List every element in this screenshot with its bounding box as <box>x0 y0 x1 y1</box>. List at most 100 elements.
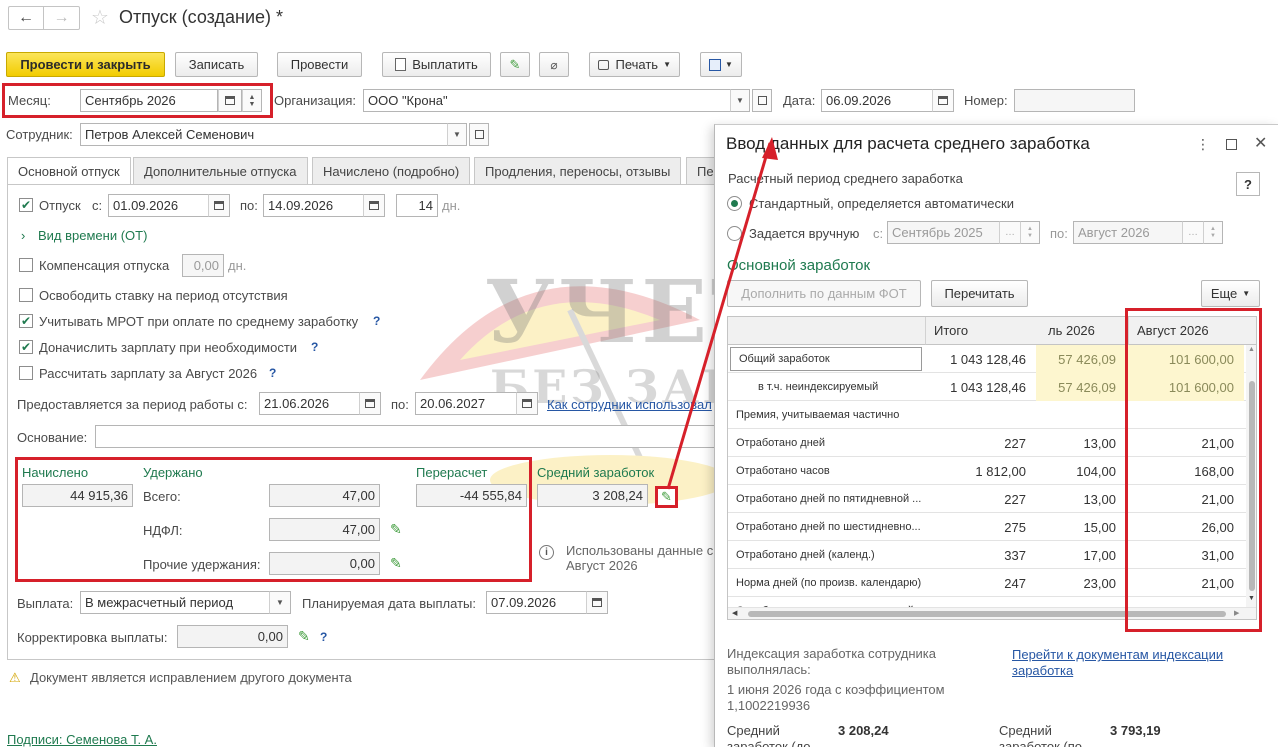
post-and-close-button[interactable]: Провести и закрыть <box>6 52 165 77</box>
work-period-to-calendar[interactable] <box>516 392 538 415</box>
additional-help-icon[interactable]: ? <box>311 340 318 354</box>
calendar-icon <box>369 201 379 210</box>
calendar-icon <box>938 96 948 105</box>
paperclip-icon: ⌀ <box>550 57 558 72</box>
additional-accrual-label: Доначислить зарплату при необходимости <box>39 340 298 355</box>
calc-salary-checkbox[interactable] <box>19 366 33 380</box>
work-period-to-label: по: <box>391 397 409 412</box>
dialog-close-icon[interactable]: ✕ <box>1254 133 1267 153</box>
employee-dropdown-button[interactable]: ▼ <box>447 123 467 146</box>
help-button[interactable]: ? <box>1236 172 1260 196</box>
back-button[interactable]: ← <box>8 6 44 30</box>
row-total-cell: 1 043 128,46 <box>950 379 1026 395</box>
organization-field[interactable]: ООО "Крона" <box>363 89 731 112</box>
manual-to-field[interactable]: Август 2026 <box>1073 221 1183 244</box>
vacation-from-field[interactable]: 01.09.2026 <box>108 194 209 217</box>
organization-dropdown-button[interactable]: ▼ <box>730 89 750 112</box>
employee-open-button[interactable] <box>469 123 489 146</box>
chevron-down-icon: ▼ <box>276 598 284 607</box>
favorite-star-icon[interactable]: ☆ <box>91 5 109 30</box>
employee-usage-link[interactable]: Как сотрудник использовал <box>547 397 712 412</box>
attach-button[interactable]: ⌀ <box>539 52 569 77</box>
compensation-days-unit: дн. <box>228 258 247 273</box>
dialog-maximize-icon[interactable] <box>1226 139 1237 150</box>
time-type-chevron-icon[interactable]: › <box>21 228 25 243</box>
table-header-total[interactable]: Итого <box>925 317 1040 345</box>
date-calendar-button[interactable] <box>932 89 954 112</box>
compensation-checkbox[interactable] <box>19 258 33 272</box>
planned-date-label: Планируемая дата выплаты: <box>302 596 476 611</box>
forward-button[interactable]: → <box>44 6 80 30</box>
scroll-left-icon[interactable]: ◀ <box>732 609 737 617</box>
tab-main-vacation[interactable]: Основной отпуск <box>7 157 131 185</box>
work-period-from-field[interactable]: 21.06.2026 <box>259 392 360 415</box>
payment-correction-help-icon[interactable]: ? <box>320 630 327 644</box>
average-earnings-edit-button[interactable]: ✎ <box>655 486 678 508</box>
compensation-days-field[interactable]: 0,00 <box>182 254 224 277</box>
vacation-to-field[interactable]: 14.09.2026 <box>263 194 364 217</box>
vacation-to-calendar[interactable] <box>363 194 385 217</box>
manual-from-picker[interactable]: … <box>999 221 1021 244</box>
planned-date-calendar[interactable] <box>586 591 608 614</box>
pen-icon: ✎ <box>509 56 521 72</box>
payment-correction-pencil-icon[interactable]: ✎ <box>298 628 310 645</box>
tab-accrued-detailed[interactable]: Начислено (подробно) <box>312 157 471 184</box>
average-earnings-field[interactable]: 3 208,24 <box>537 484 648 507</box>
basis-field[interactable] <box>95 425 720 448</box>
vacation-from-calendar[interactable] <box>208 194 230 217</box>
table-header-name <box>728 317 925 345</box>
work-period-to-field[interactable]: 20.06.2027 <box>415 392 517 415</box>
average-earnings-label: Средний заработок <box>537 465 655 480</box>
manual-to-spinner[interactable]: ▲ ▼ <box>1203 221 1223 244</box>
number-field[interactable] <box>1014 89 1135 112</box>
signatures-link[interactable]: Подписи: Семенова Т. А. <box>7 732 157 747</box>
create-based-on-button[interactable]: ▼ <box>700 52 742 77</box>
employee-label: Сотрудник: <box>6 127 73 142</box>
calc-salary-help-icon[interactable]: ? <box>269 366 276 380</box>
page-title: Отпуск (создание) * <box>119 7 284 27</box>
vacation-checkbox[interactable]: ✔ <box>19 198 33 212</box>
free-rate-checkbox[interactable] <box>19 288 33 302</box>
manual-from-spinner[interactable]: ▲ ▼ <box>1020 221 1040 244</box>
mrot-checkbox[interactable]: ✔ <box>19 314 33 328</box>
vacation-days-field[interactable]: 14 <box>396 194 438 217</box>
payment-correction-field[interactable]: 0,00 <box>177 625 288 648</box>
organization-open-button[interactable] <box>752 89 772 112</box>
highlight-month <box>2 83 273 118</box>
tab-additional-vacations[interactable]: Дополнительные отпуска <box>133 157 308 184</box>
employee-field[interactable]: Петров Алексей Семенович <box>80 123 448 146</box>
tab-extensions[interactable]: Продления, переносы, отзывы <box>474 157 682 184</box>
indexation-documents-link[interactable]: Перейти к документам индексации заработк… <box>1012 647 1247 679</box>
radio-auto[interactable] <box>727 196 742 211</box>
reread-button[interactable]: Перечитать <box>931 280 1028 307</box>
edit-structure-button[interactable]: ✎ <box>500 52 530 77</box>
post-button[interactable]: Провести <box>277 52 362 77</box>
row-july-cell: 13,00 <box>1083 435 1116 451</box>
table-header-july[interactable]: ль 2026 <box>1040 317 1128 345</box>
payment-dropdown-button[interactable]: ▼ <box>269 591 291 614</box>
dialog-menu-icon[interactable]: ⋮ <box>1196 136 1210 153</box>
print-button[interactable]: Печать ▼ <box>589 52 680 77</box>
calendar-icon <box>522 399 532 408</box>
manual-from-field[interactable]: Сентябрь 2025 <box>887 221 1000 244</box>
print-button-label: Печать <box>615 57 659 72</box>
basis-label: Основание: <box>17 430 88 445</box>
additional-accrual-checkbox[interactable]: ✔ <box>19 340 33 354</box>
spinner-up-icon: ▲ <box>1210 225 1216 232</box>
payment-field[interactable]: В межрасчетный период <box>80 591 270 614</box>
save-button[interactable]: Записать <box>175 52 258 77</box>
more-button[interactable]: Еще ▼ <box>1201 280 1260 307</box>
manual-to-picker[interactable]: … <box>1182 221 1204 244</box>
pay-button[interactable]: Выплатить <box>382 52 491 77</box>
row-july-cell: 23,00 <box>1083 575 1116 591</box>
tab-more[interactable]: Пе <box>686 157 716 184</box>
time-type-link[interactable]: Вид времени (ОТ) <box>38 228 147 243</box>
mrot-help-icon[interactable]: ? <box>373 314 380 328</box>
work-period-from-calendar[interactable] <box>359 392 381 415</box>
date-field[interactable]: 06.09.2026 <box>821 89 933 112</box>
back-arrow-icon: ← <box>18 9 34 26</box>
radio-manual[interactable] <box>727 226 742 241</box>
fill-from-fot-button[interactable]: Дополнить по данным ФОТ <box>727 280 921 307</box>
planned-date-field[interactable]: 07.09.2026 <box>486 591 587 614</box>
open-icon <box>474 130 484 139</box>
